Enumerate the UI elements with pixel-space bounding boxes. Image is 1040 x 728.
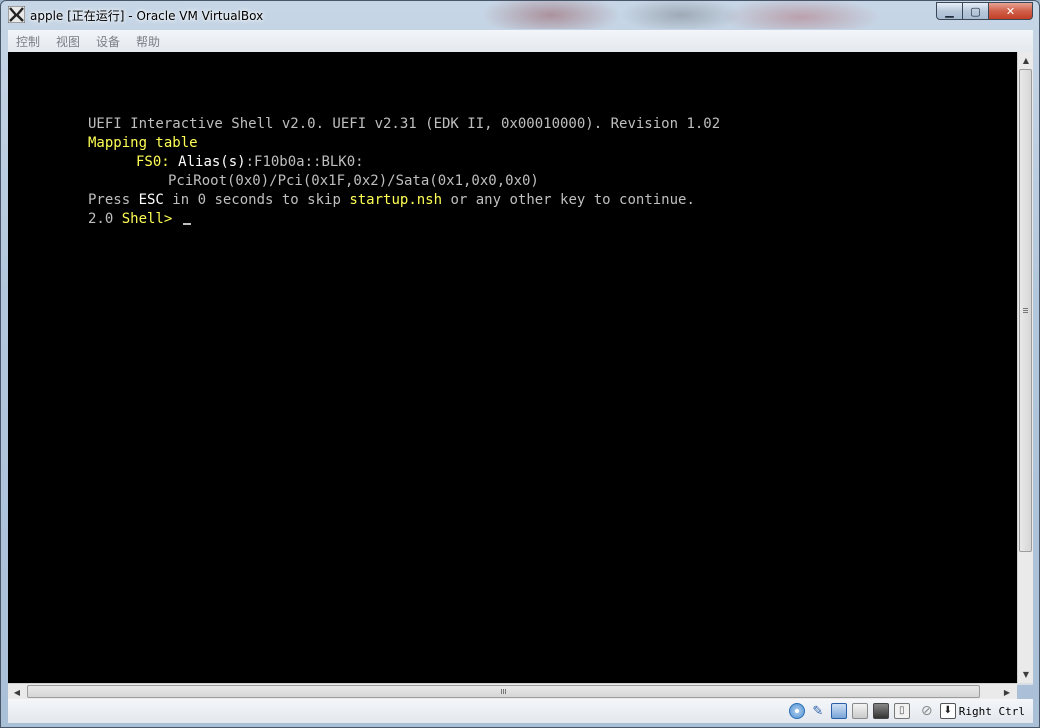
startup-script-name: startup.nsh (349, 192, 443, 208)
scroll-right-arrow-icon[interactable]: ▶ (999, 684, 1015, 700)
title-bar-background-art (441, 1, 921, 29)
virtualbox-window: apple [正在运行] - Oracle VM VirtualBox ▁ ▢ … (0, 0, 1040, 728)
console-line-banner: UEFI Interactive Shell v2.0. UEFI v2.31 … (88, 116, 721, 132)
continue-text: or any other key to continue. (442, 192, 695, 208)
menu-item-view[interactable]: 视图 (48, 33, 88, 50)
scroll-up-arrow-icon[interactable]: ▲ (1018, 52, 1034, 68)
status-bar: ✎ ▯ ⊘ ⬇ Right Ctrl (8, 699, 1033, 723)
vertical-scrollbar[interactable]: ▲ ▼ (1017, 52, 1033, 683)
virtualbox-app-icon[interactable] (8, 6, 25, 23)
minimize-icon: ▁ (945, 4, 954, 18)
vm-screen-area: UEFI Interactive Shell v2.0. UEFI v2.31 … (8, 52, 1033, 699)
console-line-fs0: FS0: Alias(s):F10b0a::BLK0: (136, 153, 364, 172)
shell-prompt: Shell> (121, 211, 173, 227)
alias-value: :F10b0a::BLK0: (245, 154, 364, 170)
fs0-separator: : (161, 154, 170, 170)
window-controls: ▁ ▢ ✕ (936, 2, 1033, 22)
shared-folder-icon[interactable] (851, 703, 868, 719)
menu-item-control[interactable]: 控制 (8, 33, 48, 50)
video-capture-icon[interactable]: ▯ (893, 703, 910, 719)
grip-line (1023, 310, 1028, 311)
grip-line (503, 689, 504, 694)
grip-line (505, 689, 506, 694)
grip-line (1023, 312, 1028, 313)
title-bar[interactable]: apple [正在运行] - Oracle VM VirtualBox ▁ ▢ … (1, 1, 1039, 29)
grip-line (501, 689, 502, 694)
network-icon[interactable] (830, 703, 847, 719)
host-key-icon[interactable]: ⬇ (939, 703, 956, 719)
console-line-shell-prompt: 2.0 Shell> (88, 210, 191, 229)
fs0-label: FS0 (136, 154, 162, 170)
alias-label: Alias(s) (169, 154, 246, 170)
horizontal-scrollbar[interactable]: ◀ ▶ (8, 683, 1017, 699)
menu-item-help[interactable]: 帮助 (128, 33, 168, 50)
hard-disk-icon[interactable] (872, 703, 889, 719)
close-button[interactable]: ✕ (989, 2, 1033, 20)
grip-line (1023, 308, 1028, 309)
usb-icon[interactable]: ✎ (810, 703, 826, 719)
maximize-button[interactable]: ▢ (963, 2, 989, 20)
shell-version: 2.0 (88, 211, 122, 227)
close-icon: ✕ (1005, 4, 1016, 18)
middle-text: in 0 seconds to skip (163, 192, 350, 208)
menu-bar: 控制 视图 设备 帮助 (8, 30, 1033, 52)
minimize-button[interactable]: ▁ (936, 2, 963, 20)
optical-drive-icon[interactable] (788, 703, 805, 719)
console-line-mapping-table: Mapping table (88, 135, 198, 151)
press-text: Press (88, 192, 139, 208)
mouse-integration-icon[interactable]: ⊘ (919, 703, 935, 719)
maximize-icon: ▢ (970, 4, 981, 18)
host-key-label: Right Ctrl (958, 704, 1025, 718)
menu-item-devices[interactable]: 设备 (88, 33, 128, 50)
console-line-startup-prompt: Press ESC in 0 seconds to skip startup.n… (88, 191, 695, 210)
console-line-device-path: PciRoot(0x0)/Pci(0x1F,0x2)/Sata(0x1,0x0,… (168, 173, 539, 189)
horizontal-scroll-thumb[interactable] (27, 685, 980, 698)
text-cursor (182, 223, 191, 225)
vm-console[interactable]: UEFI Interactive Shell v2.0. UEFI v2.31 … (8, 52, 1017, 683)
scroll-left-arrow-icon[interactable]: ◀ (9, 684, 25, 700)
vertical-scroll-thumb[interactable] (1019, 69, 1032, 552)
window-title: apple [正在运行] - Oracle VM VirtualBox (30, 9, 264, 23)
esc-key-text: ESC (138, 192, 164, 208)
scroll-down-arrow-icon[interactable]: ▼ (1018, 666, 1034, 682)
